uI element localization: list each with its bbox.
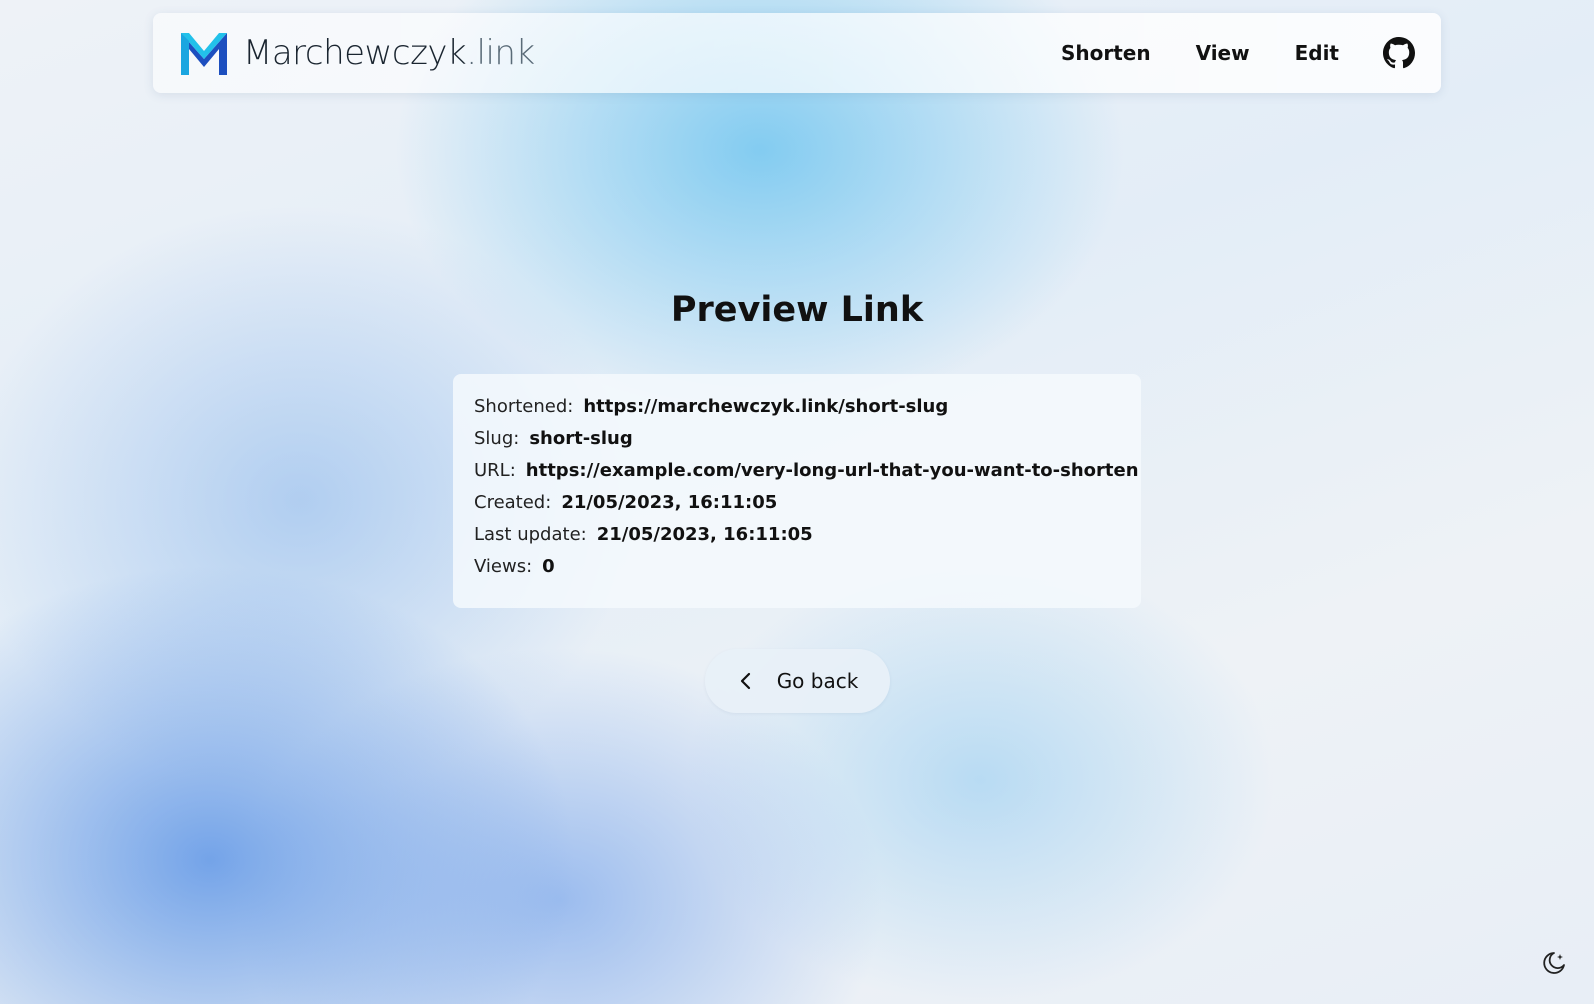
logo-icon (181, 33, 227, 75)
slug-label: Slug: (474, 428, 520, 449)
chevron-left-icon (740, 672, 750, 690)
created-value: 21/05/2023, 16:11:05 (561, 492, 778, 513)
detail-row-views: Views: 0 (474, 556, 1120, 588)
go-back-label: Go back (776, 669, 859, 693)
moon-icon (1543, 952, 1565, 974)
views-label: Views: (474, 556, 533, 577)
slug-value: short-slug (529, 428, 633, 449)
detail-row-slug: Slug: short-slug (474, 428, 1120, 460)
detail-row-last-update: Last update: 21/05/2023, 16:11:05 (474, 524, 1120, 556)
nav-view-link[interactable]: View (1196, 41, 1250, 65)
detail-row-url: URL: https://example.com/very-long-url-t… (474, 460, 1139, 492)
brand-name: Marchewczyk.link (243, 33, 535, 73)
page-title: Preview Link (670, 290, 924, 330)
github-icon[interactable] (1383, 37, 1415, 69)
go-back-button[interactable]: Go back (705, 649, 890, 713)
nav-edit-link[interactable]: Edit (1295, 41, 1339, 65)
detail-row-created: Created: 21/05/2023, 16:11:05 (474, 492, 1120, 524)
url-value[interactable]: https://example.com/very-long-url-that-y… (526, 460, 1139, 481)
link-details-card: Shortened: https://marchewczyk.link/shor… (453, 374, 1141, 608)
nav-links: Shorten View Edit (1061, 37, 1415, 69)
navbar: Marchewczyk.link Shorten View Edit (153, 13, 1441, 93)
shortened-value[interactable]: https://marchewczyk.link/short-slug (583, 396, 948, 417)
shortened-label: Shortened: (474, 396, 574, 417)
views-value: 0 (542, 556, 555, 577)
brand-logo-link[interactable]: Marchewczyk.link (179, 29, 535, 77)
created-label: Created: (474, 492, 552, 513)
last-update-label: Last update: (474, 524, 587, 545)
nav-shorten-link[interactable]: Shorten (1061, 41, 1151, 65)
theme-toggle-button[interactable] (1541, 950, 1567, 976)
last-update-value: 21/05/2023, 16:11:05 (596, 524, 813, 545)
detail-row-shortened: Shortened: https://marchewczyk.link/shor… (474, 396, 1120, 428)
url-label: URL: (474, 460, 516, 481)
